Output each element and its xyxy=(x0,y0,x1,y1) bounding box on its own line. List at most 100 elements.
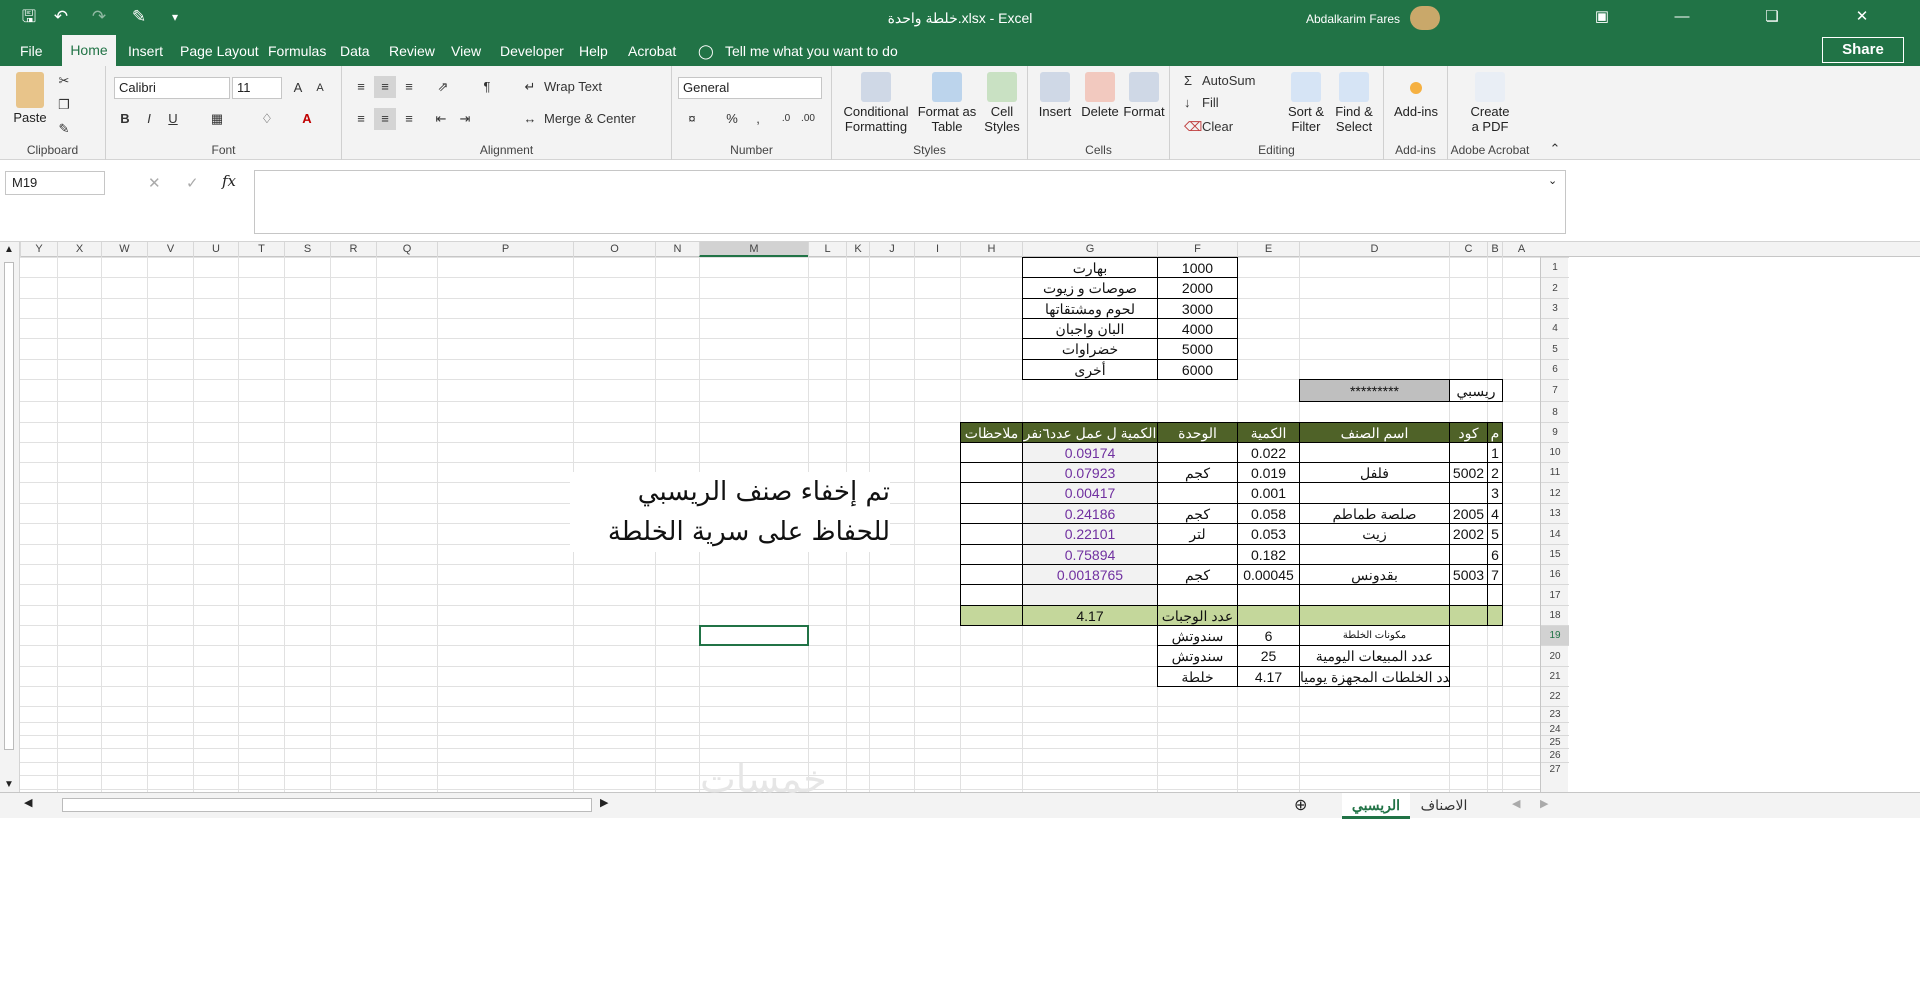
shrink-font-icon[interactable]: A xyxy=(310,77,330,99)
summary-label-cell[interactable]: عدد الخلطات المجهزة يوميا xyxy=(1299,666,1450,687)
minimize-icon[interactable]: — xyxy=(1664,4,1700,30)
top-align-icon[interactable]: ≡ xyxy=(350,76,372,98)
tab-formulas[interactable]: Formulas xyxy=(268,43,326,59)
vertical-scrollbar[interactable]: ▲ ▼ xyxy=(0,242,20,792)
column-header[interactable]: C xyxy=(1449,242,1487,257)
empty-cell[interactable] xyxy=(1157,584,1238,606)
item-name-cell[interactable] xyxy=(1299,442,1450,463)
row-header[interactable]: 21 xyxy=(1541,666,1569,686)
quantity-per-cell[interactable]: 0.09174 xyxy=(1022,442,1158,463)
paste-button[interactable]: Paste xyxy=(8,72,52,125)
column-header[interactable]: Q xyxy=(376,242,437,257)
summary-unit-cell[interactable]: سندوتش xyxy=(1157,645,1238,667)
row-header[interactable]: 10 xyxy=(1541,442,1569,462)
notes-cell[interactable] xyxy=(960,442,1023,463)
row-header[interactable]: 17 xyxy=(1541,584,1569,605)
row-number-cell[interactable]: 3 xyxy=(1487,482,1503,504)
ribbon-display-icon[interactable]: ▣ xyxy=(1584,4,1620,30)
code-cell[interactable]: 5003 xyxy=(1449,564,1488,585)
row-header[interactable]: 2 xyxy=(1541,277,1569,298)
item-name-cell[interactable]: زيت xyxy=(1299,523,1450,545)
item-name-cell[interactable] xyxy=(1299,544,1450,565)
category-name-cell[interactable]: البان واجبان xyxy=(1022,318,1158,339)
row-header[interactable]: 16 xyxy=(1541,564,1569,584)
grow-font-icon[interactable]: A xyxy=(288,77,308,99)
meals-fill-cell[interactable] xyxy=(1487,605,1503,626)
tab-help[interactable]: Help xyxy=(579,43,608,59)
increase-decimal-icon[interactable]: .0 xyxy=(776,108,796,130)
tab-review[interactable]: Review xyxy=(389,43,435,59)
column-header[interactable]: P xyxy=(437,242,573,257)
copy-icon[interactable]: ❐ xyxy=(54,94,74,116)
notes-cell[interactable] xyxy=(960,503,1023,524)
cut-icon[interactable]: ✂ xyxy=(54,70,74,92)
quantity-per-cell[interactable]: 0.0018765 xyxy=(1022,564,1158,585)
unit-cell[interactable] xyxy=(1157,544,1238,565)
enter-icon[interactable]: ✓ xyxy=(186,174,199,192)
cell-styles-button[interactable]: Cell Styles xyxy=(980,72,1024,134)
table-header-cell[interactable]: ملاحظات xyxy=(960,422,1023,443)
row-header[interactable]: 1 xyxy=(1541,257,1569,277)
row-header[interactable]: 15 xyxy=(1541,544,1569,564)
category-name-cell[interactable]: صوصات و زيوت xyxy=(1022,277,1158,299)
autosum-icon[interactable]: Σ xyxy=(1184,70,1192,92)
item-name-cell[interactable] xyxy=(1299,482,1450,504)
scroll-thumb[interactable] xyxy=(4,262,14,750)
selected-cell[interactable] xyxy=(699,625,809,646)
column-header[interactable]: L xyxy=(808,242,846,257)
format-cells-button[interactable]: Format xyxy=(1122,72,1166,119)
percent-icon[interactable]: % xyxy=(722,108,742,130)
sort-filter-button[interactable]: Sort & Filter xyxy=(1284,72,1328,134)
column-header[interactable]: K xyxy=(846,242,869,257)
column-header[interactable]: N xyxy=(655,242,699,257)
summary-value-cell[interactable]: 25 xyxy=(1237,645,1300,667)
fill-color-icon[interactable]: ♢ xyxy=(256,108,278,130)
tab-data[interactable]: Data xyxy=(340,43,370,59)
column-header[interactable]: R xyxy=(330,242,376,257)
new-sheet-icon[interactable]: ⊕ xyxy=(1294,795,1307,815)
column-header[interactable]: H xyxy=(960,242,1022,257)
row-header[interactable]: 22 xyxy=(1541,686,1569,706)
tab-file[interactable]: File xyxy=(20,43,43,59)
unit-cell[interactable] xyxy=(1157,482,1238,504)
row-header[interactable]: 6 xyxy=(1541,359,1569,379)
column-header[interactable]: A xyxy=(1502,242,1540,257)
empty-cell[interactable] xyxy=(1487,584,1503,606)
column-header[interactable]: Y xyxy=(20,242,57,257)
unit-cell[interactable]: كجم xyxy=(1157,503,1238,524)
notes-cell[interactable] xyxy=(960,462,1023,483)
notes-cell[interactable] xyxy=(960,523,1023,545)
quantity-cell[interactable]: 0.053 xyxy=(1237,523,1300,545)
tab-developer[interactable]: Developer xyxy=(500,43,564,59)
row-header[interactable]: 14 xyxy=(1541,523,1569,544)
column-header[interactable]: G xyxy=(1022,242,1157,257)
category-code-cell[interactable]: 6000 xyxy=(1157,359,1238,380)
addins-button[interactable]: Add-ins xyxy=(1388,72,1444,119)
tell-me-search[interactable]: Tell me what you want to do xyxy=(725,43,898,59)
sheet-tab-active[interactable]: الريسبي xyxy=(1342,793,1410,819)
insert-cells-button[interactable]: Insert xyxy=(1034,72,1076,119)
row-header[interactable]: 3 xyxy=(1541,298,1569,318)
category-code-cell[interactable]: 5000 xyxy=(1157,338,1238,360)
column-header[interactable]: J xyxy=(869,242,914,257)
row-header[interactable]: 9 xyxy=(1541,422,1569,442)
item-name-cell[interactable]: بقدونس xyxy=(1299,564,1450,585)
quantity-cell[interactable]: 0.182 xyxy=(1237,544,1300,565)
meals-fill-cell[interactable] xyxy=(960,605,1023,626)
notes-cell[interactable] xyxy=(960,564,1023,585)
column-header[interactable]: E xyxy=(1237,242,1299,257)
table-header-cell[interactable]: اسم الصنف xyxy=(1299,422,1450,443)
quantity-per-cell[interactable]: 0.22101 xyxy=(1022,523,1158,545)
meals-fill-cell[interactable] xyxy=(1299,605,1450,626)
row-header[interactable]: 4 xyxy=(1541,318,1569,338)
find-select-button[interactable]: Find & Select xyxy=(1330,72,1378,134)
unit-cell[interactable]: لتر xyxy=(1157,523,1238,545)
decrease-indent-icon[interactable]: ⇤ xyxy=(430,108,452,130)
empty-cell[interactable] xyxy=(1299,584,1450,606)
tab-page-layout[interactable]: Page Layout xyxy=(180,43,259,59)
row-header[interactable]: 20 xyxy=(1541,645,1569,666)
middle-align-icon[interactable]: ≡ xyxy=(374,76,396,98)
unit-cell[interactable] xyxy=(1157,442,1238,463)
row-number-cell[interactable]: 7 xyxy=(1487,564,1503,585)
row-header[interactable]: 26 xyxy=(1541,748,1569,762)
